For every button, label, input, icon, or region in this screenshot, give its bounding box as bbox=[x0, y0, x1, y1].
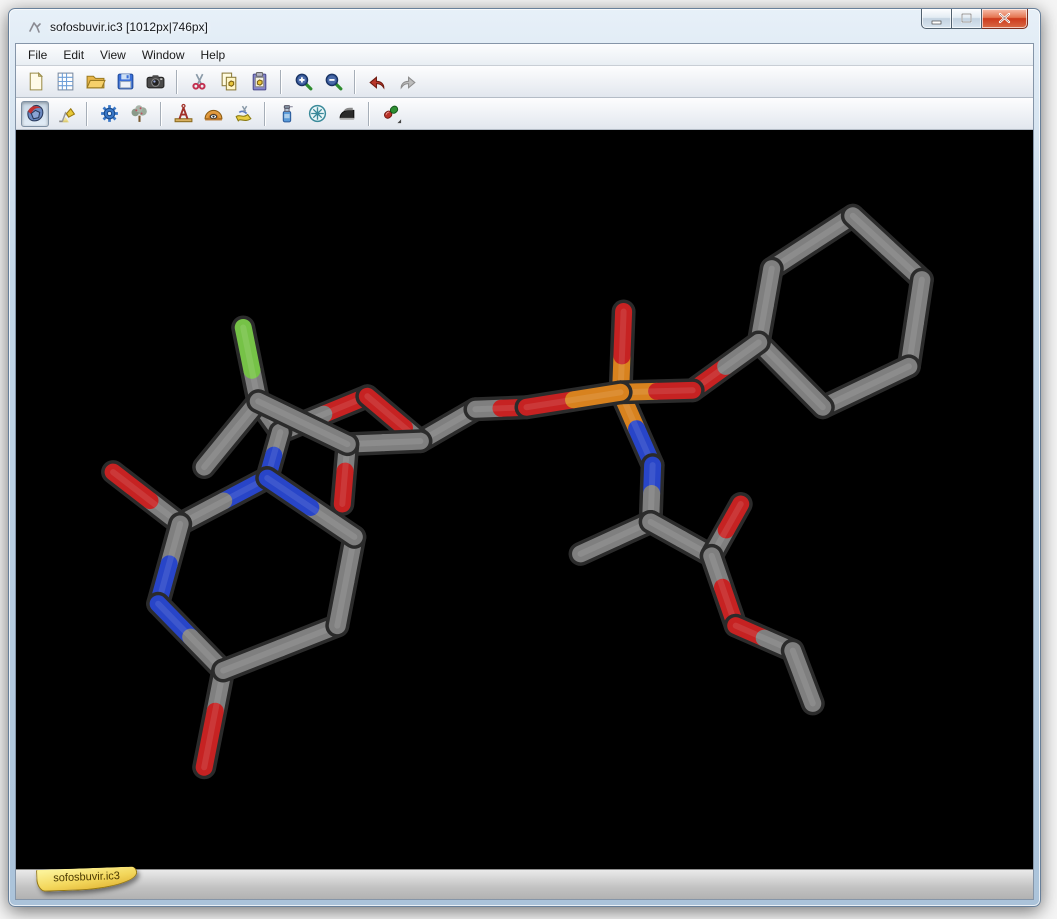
spray-clean-icon bbox=[277, 103, 298, 124]
open-folder-button[interactable] bbox=[81, 69, 109, 95]
titlebar[interactable]: sofosbuvir.ic3 [1012px|746px] bbox=[9, 9, 1040, 43]
menubar: FileEditViewWindowHelp bbox=[16, 44, 1033, 66]
torsion-tool-button[interactable] bbox=[229, 101, 257, 127]
toolbar-separator bbox=[86, 102, 88, 126]
measure-angle-icon bbox=[203, 103, 224, 124]
minimize-icon bbox=[922, 9, 951, 28]
maximize-icon bbox=[953, 9, 980, 28]
open-folder-icon bbox=[85, 71, 106, 92]
redo-icon bbox=[397, 71, 418, 92]
pill-style-icon bbox=[381, 103, 402, 124]
iron-minimize-button[interactable] bbox=[333, 101, 361, 127]
close-button[interactable] bbox=[982, 9, 1028, 29]
caption-buttons bbox=[921, 9, 1028, 29]
statusbar: sofosbuvir.ic3 bbox=[16, 869, 1033, 899]
zoom-in-icon bbox=[293, 71, 314, 92]
new-grid-document-icon bbox=[55, 71, 76, 92]
maximize-button[interactable] bbox=[952, 9, 982, 29]
toolbar-separator bbox=[280, 70, 282, 94]
app-icon bbox=[27, 19, 43, 35]
lamp-icon bbox=[55, 103, 76, 124]
settings-gear-icon bbox=[99, 103, 120, 124]
menu-item-edit[interactable]: Edit bbox=[55, 46, 92, 64]
measure-distance-icon bbox=[173, 103, 194, 124]
new-grid-document-button[interactable] bbox=[51, 69, 79, 95]
toolbar-separator bbox=[354, 70, 356, 94]
save-icon bbox=[115, 71, 136, 92]
new-document-icon bbox=[25, 71, 46, 92]
cut-icon bbox=[189, 71, 210, 92]
window-title: sofosbuvir.ic3 [1012px|746px] bbox=[50, 20, 208, 34]
cut-button[interactable] bbox=[185, 69, 213, 95]
zoom-out-button[interactable] bbox=[319, 69, 347, 95]
new-document-button[interactable] bbox=[21, 69, 49, 95]
scene-tree-icon bbox=[129, 103, 150, 124]
settings-gear-button[interactable] bbox=[95, 101, 123, 127]
app-window: sofosbuvir.ic3 [1012px|746px] FileEditVi… bbox=[8, 8, 1041, 907]
pill-style-button[interactable] bbox=[377, 101, 405, 127]
window-body: FileEditViewWindowHelp sofosbuvir.ic3 bbox=[15, 43, 1034, 900]
menu-item-help[interactable]: Help bbox=[193, 46, 234, 64]
display-style-button[interactable] bbox=[21, 101, 49, 127]
freeze-icon bbox=[307, 103, 328, 124]
measure-angle-button[interactable] bbox=[199, 101, 227, 127]
toolbar-tools bbox=[16, 98, 1033, 130]
toolbar-separator bbox=[176, 70, 178, 94]
scene-tree-button[interactable] bbox=[125, 101, 153, 127]
camera-icon bbox=[145, 71, 166, 92]
display-style-icon bbox=[25, 103, 46, 124]
zoom-in-button[interactable] bbox=[289, 69, 317, 95]
copy-icon bbox=[219, 71, 240, 92]
menu-item-file[interactable]: File bbox=[20, 46, 55, 64]
zoom-out-icon bbox=[323, 71, 344, 92]
toolbar-separator bbox=[264, 102, 266, 126]
molecule-render bbox=[16, 130, 1033, 869]
spray-clean-button[interactable] bbox=[273, 101, 301, 127]
lamp-button[interactable] bbox=[51, 101, 79, 127]
toolbar-separator bbox=[368, 102, 370, 126]
paste-button[interactable] bbox=[245, 69, 273, 95]
undo-icon bbox=[367, 71, 388, 92]
measure-distance-button[interactable] bbox=[169, 101, 197, 127]
toolbar-separator bbox=[160, 102, 162, 126]
copy-button[interactable] bbox=[215, 69, 243, 95]
document-tab[interactable]: sofosbuvir.ic3 bbox=[36, 866, 137, 891]
close-icon bbox=[982, 9, 1027, 28]
molecule-viewport[interactable] bbox=[16, 130, 1033, 869]
undo-button[interactable] bbox=[363, 69, 391, 95]
torsion-tool-icon bbox=[233, 103, 254, 124]
save-button[interactable] bbox=[111, 69, 139, 95]
camera-button[interactable] bbox=[141, 69, 169, 95]
toolbar-main bbox=[16, 66, 1033, 98]
minimize-button[interactable] bbox=[921, 9, 952, 29]
paste-icon bbox=[249, 71, 270, 92]
iron-minimize-icon bbox=[337, 103, 358, 124]
freeze-button[interactable] bbox=[303, 101, 331, 127]
menu-item-window[interactable]: Window bbox=[134, 46, 193, 64]
menu-item-view[interactable]: View bbox=[92, 46, 134, 64]
redo-button[interactable] bbox=[393, 69, 421, 95]
